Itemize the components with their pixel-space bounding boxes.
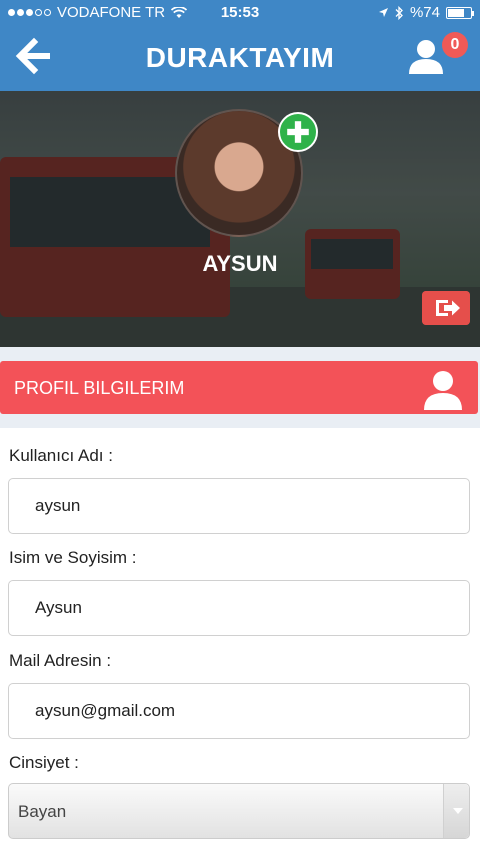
profile-hero: AYSUN [0,91,480,347]
status-right: %74 [378,4,474,21]
profile-form: Kullanıcı Adı : aysun Isim ve Soyisim : … [0,428,480,854]
notification-badge[interactable]: 0 [442,32,468,58]
user-icon[interactable] [406,36,446,76]
username-label: Kullanıcı Adı : [9,446,113,465]
battery-icon [446,6,474,19]
location-icon [378,8,388,17]
bluetooth-icon [395,5,403,20]
user-icon [424,371,462,410]
logout-icon[interactable] [422,291,470,325]
status-bar: VODAFONE TR 15:53 %74 [0,0,480,24]
chevron-down-icon[interactable] [443,784,469,838]
fullname-label: Isim ve Soyisim : [9,548,137,567]
nav-bar: DURAKTAYIM 0 [0,24,480,91]
username-field[interactable]: aysun [8,478,470,534]
profile-info-title: PROFIL BILGILERIM [14,378,185,398]
email-label: Mail Adresin : [9,651,112,670]
add-photo-plus-icon[interactable] [278,112,318,152]
gender-select[interactable]: Bayan [8,783,470,839]
profile-username: AYSUN [202,251,278,276]
profile-info-header[interactable]: PROFIL BILGILERIM [0,361,478,414]
email-field[interactable]: aysun@gmail.com [8,683,470,739]
battery-percent: %74 [409,4,440,21]
gender-select-value: Bayan [18,802,67,821]
fullname-field[interactable]: Aysun [8,580,470,636]
gender-label: Cinsiyet : [9,753,79,772]
